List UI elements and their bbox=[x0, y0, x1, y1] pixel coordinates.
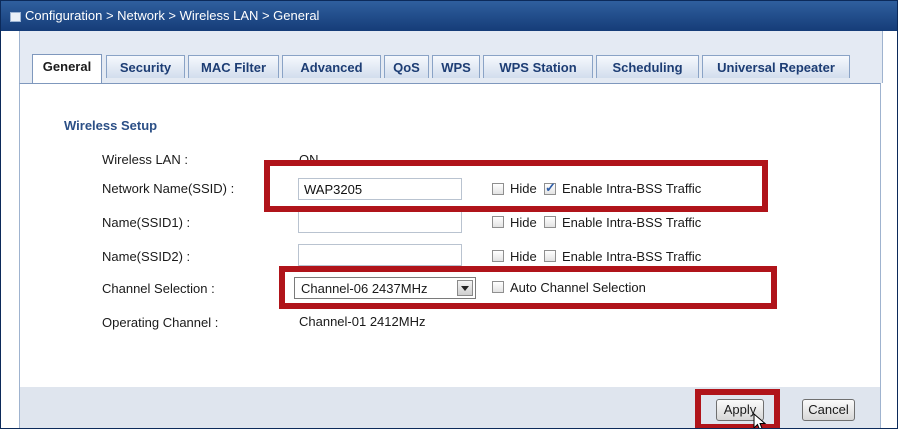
mouse-pointer-icon bbox=[753, 413, 767, 428]
ssid2-intra-bss-label: Enable Intra-BSS Traffic bbox=[562, 249, 702, 264]
ssid1-intra-bss-label: Enable Intra-BSS Traffic bbox=[562, 215, 702, 230]
tab-qos[interactable]: QoS bbox=[384, 55, 429, 78]
ssid-hide-checkbox[interactable] bbox=[492, 183, 504, 195]
wireless-lan-status: ON bbox=[299, 152, 319, 167]
tab-wps-station[interactable]: WPS Station bbox=[483, 55, 593, 78]
ssid2-hide-checkbox[interactable] bbox=[492, 250, 504, 262]
ssid2-hide-label: Hide bbox=[510, 249, 537, 264]
auto-channel-label: Auto Channel Selection bbox=[510, 280, 646, 295]
ssid2-input[interactable] bbox=[298, 244, 462, 266]
auto-channel-checkbox[interactable] bbox=[492, 281, 504, 293]
channel-select[interactable]: Channel-06 2437MHz bbox=[294, 277, 476, 299]
ssid-intra-bss-checkbox[interactable] bbox=[544, 180, 556, 196]
general-panel: Wireless Setup Wireless LAN : ON Network… bbox=[19, 83, 881, 387]
tab-mac-filter[interactable]: MAC Filter bbox=[188, 55, 279, 78]
button-bar: Apply Cancel bbox=[19, 387, 881, 428]
operating-channel-label: Operating Channel : bbox=[102, 315, 219, 330]
ssid-intra-bss-label: Enable Intra-BSS Traffic bbox=[562, 181, 702, 196]
window: Configuration > Network > Wireless LAN >… bbox=[0, 0, 898, 429]
breadcrumb: Configuration > Network > Wireless LAN >… bbox=[25, 8, 320, 23]
tab-security[interactable]: Security bbox=[106, 55, 185, 78]
tab-scheduling[interactable]: Scheduling bbox=[596, 55, 699, 78]
window-icon bbox=[10, 12, 21, 22]
ssid-label: Network Name(SSID) : bbox=[102, 181, 235, 196]
ssid-input[interactable] bbox=[298, 178, 462, 200]
section-title: Wireless Setup bbox=[64, 118, 158, 133]
ssid1-hide-checkbox[interactable] bbox=[492, 216, 504, 228]
ssid2-label: Name(SSID2) : bbox=[102, 249, 191, 264]
tab-general[interactable]: General bbox=[32, 54, 102, 83]
wireless-lan-label: Wireless LAN : bbox=[102, 152, 188, 167]
ssid1-intra-bss-checkbox[interactable] bbox=[544, 216, 556, 228]
ssid2-intra-bss-checkbox[interactable] bbox=[544, 250, 556, 262]
ssid1-label: Name(SSID1) : bbox=[102, 215, 191, 230]
ssid-hide-label: Hide bbox=[510, 181, 537, 196]
tab-wps[interactable]: WPS bbox=[432, 55, 480, 78]
tab-advanced[interactable]: Advanced bbox=[282, 55, 381, 78]
title-bar: Configuration > Network > Wireless LAN >… bbox=[1, 1, 897, 31]
channel-selection-label: Channel Selection : bbox=[102, 281, 215, 296]
operating-channel-value: Channel-01 2412MHz bbox=[299, 314, 426, 329]
cancel-button[interactable]: Cancel bbox=[802, 399, 855, 421]
channel-select-value: Channel-06 2437MHz bbox=[301, 281, 428, 296]
chevron-down-icon[interactable] bbox=[457, 280, 473, 296]
ssid1-input[interactable] bbox=[298, 211, 462, 233]
tab-universal-repeater[interactable]: Universal Repeater bbox=[702, 55, 850, 78]
tab-strip: General Security MAC Filter Advanced QoS… bbox=[19, 31, 883, 83]
ssid1-hide-label: Hide bbox=[510, 215, 537, 230]
